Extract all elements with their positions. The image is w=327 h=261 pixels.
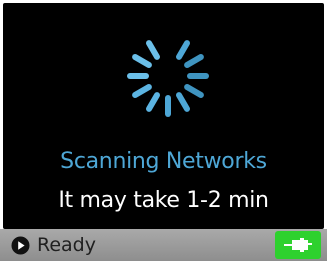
- status-bar: Ready: [0, 229, 327, 261]
- spinner-spoke: [146, 92, 160, 112]
- scanning-title: Scanning Networks: [60, 149, 267, 174]
- spinner-spoke: [132, 54, 152, 68]
- spinner-spoke: [184, 54, 204, 68]
- spinner-spoke: [176, 92, 190, 112]
- power-plug-icon: [284, 238, 312, 252]
- play-circle-icon: [11, 236, 30, 255]
- spinner-spoke: [176, 40, 190, 60]
- spinner-spoke: [184, 84, 204, 98]
- spinner-spoke: [132, 84, 152, 98]
- scanning-screen: Scanning Networks It may take 1-2 min: [3, 3, 324, 229]
- scanning-subtitle: It may take 1-2 min: [58, 188, 269, 213]
- spinner-spoke: [146, 40, 160, 60]
- power-indicator: [275, 231, 321, 259]
- device-frame: Scanning Networks It may take 1-2 min Re…: [0, 0, 327, 261]
- loading-spinner-icon: [127, 40, 209, 117]
- status-text: Ready: [37, 234, 96, 256]
